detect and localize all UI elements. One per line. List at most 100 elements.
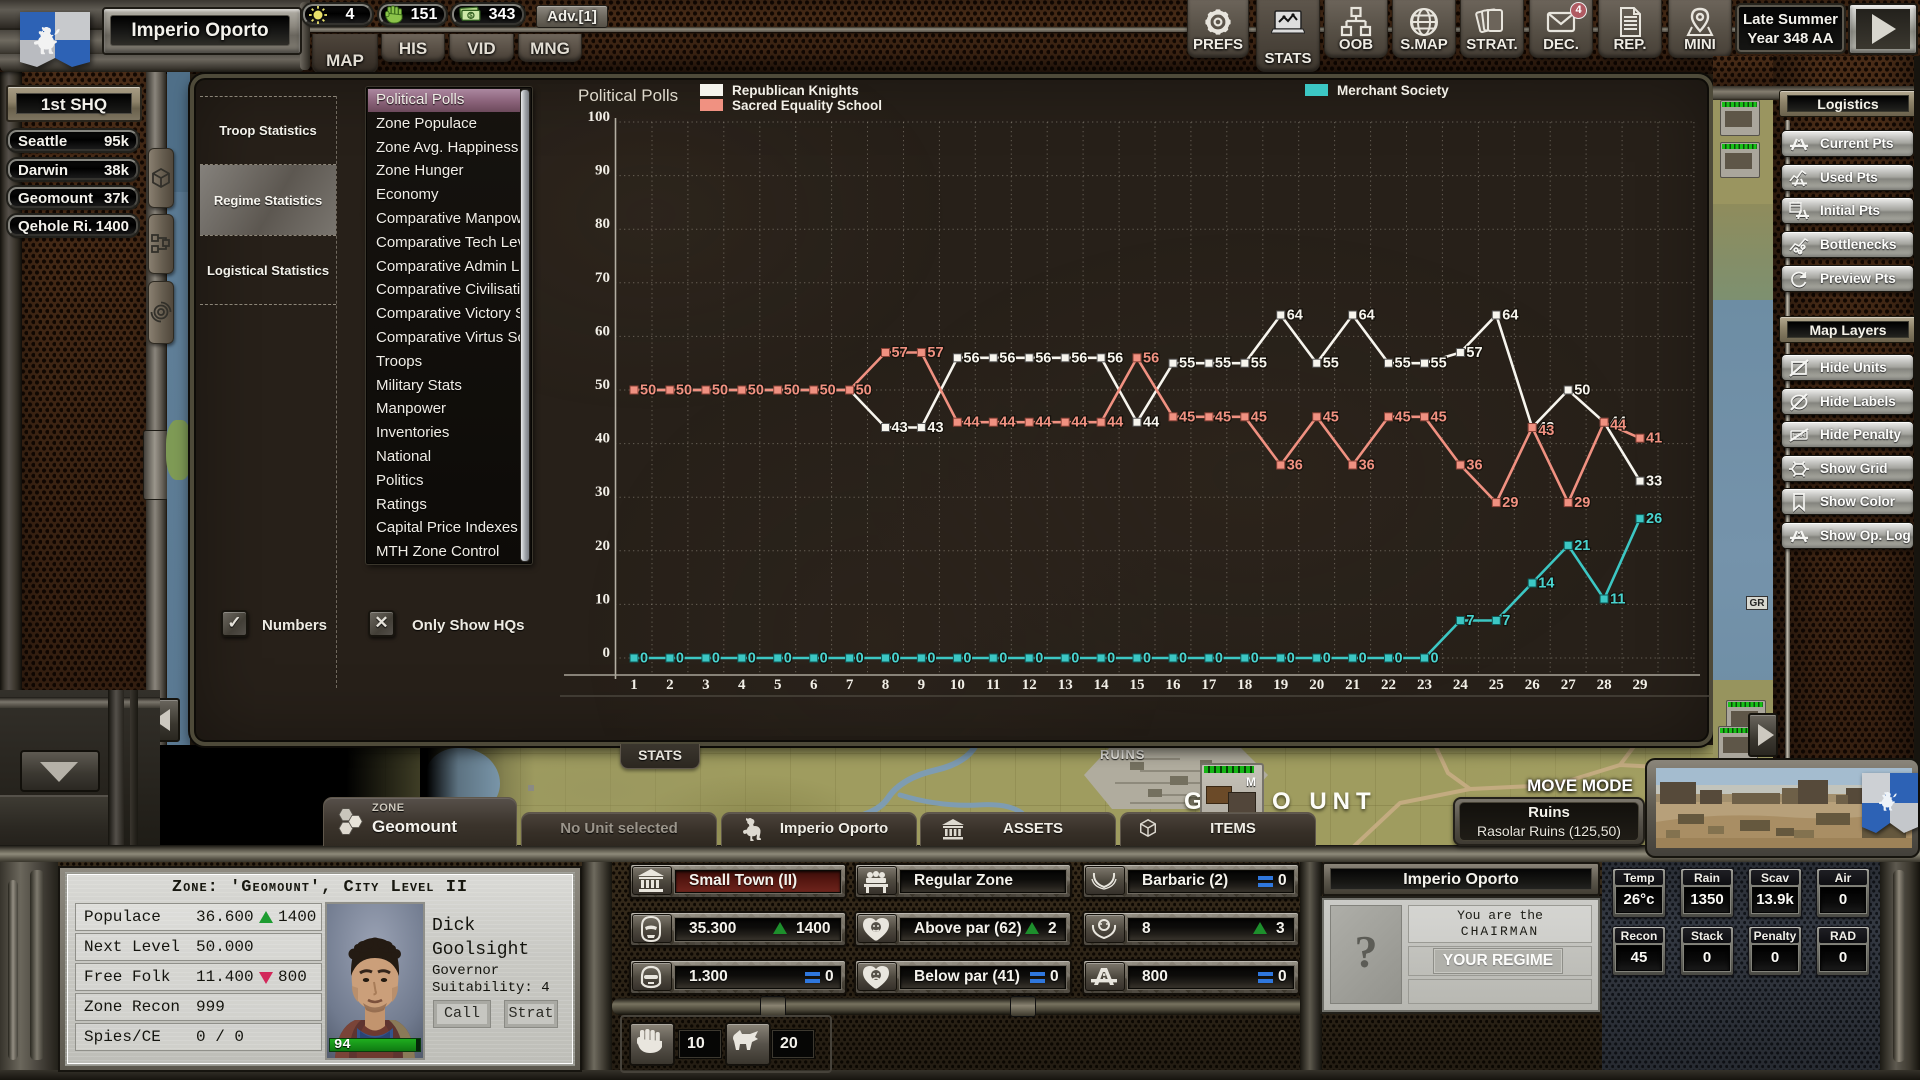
svg-text:26: 26: [1646, 511, 1662, 527]
svg-text:57: 57: [1466, 345, 1482, 361]
svg-text:36: 36: [1359, 458, 1375, 474]
svg-text:0: 0: [820, 651, 828, 667]
svg-text:40: 40: [595, 431, 610, 447]
svg-text:27: 27: [1561, 677, 1577, 693]
svg-text:13: 13: [1058, 677, 1073, 693]
svg-text:20: 20: [1309, 677, 1324, 693]
svg-text:43: 43: [892, 420, 908, 436]
svg-text:Republican Knights: Republican Knights: [732, 83, 859, 98]
svg-text:17: 17: [1201, 677, 1217, 693]
svg-text:11: 11: [1610, 592, 1625, 608]
svg-text:0: 0: [999, 651, 1007, 667]
svg-text:3: 3: [702, 677, 710, 693]
svg-text:36: 36: [1466, 458, 1482, 474]
svg-text:55: 55: [1215, 356, 1231, 372]
svg-text:55: 55: [1179, 356, 1195, 372]
svg-text:8: 8: [882, 677, 890, 693]
svg-text:50: 50: [784, 383, 800, 399]
svg-text:44: 44: [999, 415, 1015, 431]
svg-text:45: 45: [1179, 409, 1195, 425]
svg-text:2: 2: [666, 677, 674, 693]
svg-text:56: 56: [1107, 350, 1123, 366]
svg-text:70: 70: [595, 270, 610, 286]
svg-text:45: 45: [1251, 409, 1267, 425]
svg-text:0: 0: [927, 651, 935, 667]
svg-text:56: 56: [1071, 350, 1087, 366]
svg-text:90: 90: [595, 163, 610, 179]
svg-text:0: 0: [1431, 651, 1439, 667]
svg-text:25: 25: [1489, 677, 1504, 693]
svg-text:0: 0: [1035, 651, 1043, 667]
svg-text:36: 36: [1287, 458, 1303, 474]
svg-text:50: 50: [712, 383, 728, 399]
svg-text:20: 20: [595, 538, 610, 554]
svg-text:0: 0: [1071, 651, 1079, 667]
svg-text:45: 45: [1323, 409, 1339, 425]
svg-text:0: 0: [1107, 651, 1115, 667]
svg-text:0: 0: [1251, 651, 1259, 667]
svg-text:56: 56: [999, 350, 1015, 366]
svg-text:50: 50: [748, 383, 764, 399]
svg-text:0: 0: [1179, 651, 1187, 667]
svg-text:0: 0: [784, 651, 792, 667]
svg-text:29: 29: [1502, 495, 1518, 511]
svg-text:44: 44: [1143, 415, 1159, 431]
svg-text:0: 0: [1359, 651, 1367, 667]
svg-text:64: 64: [1287, 308, 1303, 324]
svg-text:50: 50: [640, 383, 656, 399]
svg-text:0: 0: [1215, 651, 1223, 667]
svg-text:10: 10: [595, 591, 610, 607]
svg-text:11: 11: [986, 677, 1000, 693]
svg-text:12: 12: [1022, 677, 1037, 693]
svg-text:0: 0: [603, 645, 611, 661]
svg-text:64: 64: [1359, 308, 1375, 324]
svg-text:45: 45: [1395, 409, 1411, 425]
svg-text:7: 7: [1502, 613, 1510, 629]
svg-text:Merchant Society: Merchant Society: [1337, 83, 1449, 98]
svg-text:43: 43: [927, 420, 943, 436]
svg-text:6: 6: [810, 677, 818, 693]
svg-text:50: 50: [856, 383, 872, 399]
svg-text:0: 0: [640, 651, 648, 667]
svg-text:55: 55: [1395, 356, 1411, 372]
svg-text:21: 21: [1345, 677, 1360, 693]
svg-text:1: 1: [630, 677, 638, 693]
svg-text:0: 0: [712, 651, 720, 667]
svg-text:5: 5: [774, 677, 782, 693]
svg-text:44: 44: [1071, 415, 1087, 431]
svg-text:0: 0: [1395, 651, 1403, 667]
svg-text:45: 45: [1431, 409, 1447, 425]
svg-text:10: 10: [950, 677, 965, 693]
svg-text:64: 64: [1502, 308, 1518, 324]
svg-text:26: 26: [1525, 677, 1541, 693]
svg-text:14: 14: [1538, 576, 1554, 592]
svg-text:80: 80: [595, 216, 610, 232]
svg-text:44: 44: [1107, 415, 1123, 431]
svg-text:55: 55: [1323, 356, 1339, 372]
svg-text:28: 28: [1597, 677, 1612, 693]
svg-text:0: 0: [963, 651, 971, 667]
svg-text:0: 0: [1287, 651, 1295, 667]
svg-text:22: 22: [1381, 677, 1396, 693]
svg-text:50: 50: [676, 383, 692, 399]
svg-text:100: 100: [588, 109, 611, 125]
svg-text:56: 56: [1143, 350, 1159, 366]
svg-text:0: 0: [856, 651, 864, 667]
svg-text:Sacred Equality School: Sacred Equality School: [732, 98, 882, 113]
svg-text:50: 50: [1574, 383, 1590, 399]
svg-text:41: 41: [1646, 431, 1662, 447]
svg-text:29: 29: [1633, 677, 1648, 693]
svg-text:56: 56: [1035, 350, 1051, 366]
svg-text:55: 55: [1251, 356, 1267, 372]
svg-text:45: 45: [1215, 409, 1231, 425]
svg-text:7: 7: [1466, 613, 1474, 629]
svg-text:0: 0: [892, 651, 900, 667]
svg-text:29: 29: [1574, 495, 1590, 511]
svg-text:50: 50: [820, 383, 836, 399]
svg-text:18: 18: [1237, 677, 1252, 693]
svg-text:57: 57: [892, 345, 908, 361]
svg-text:$: $: [469, 13, 473, 20]
svg-text:21: 21: [1574, 538, 1590, 554]
svg-text:56: 56: [963, 350, 979, 366]
svg-text:24: 24: [1453, 677, 1469, 693]
